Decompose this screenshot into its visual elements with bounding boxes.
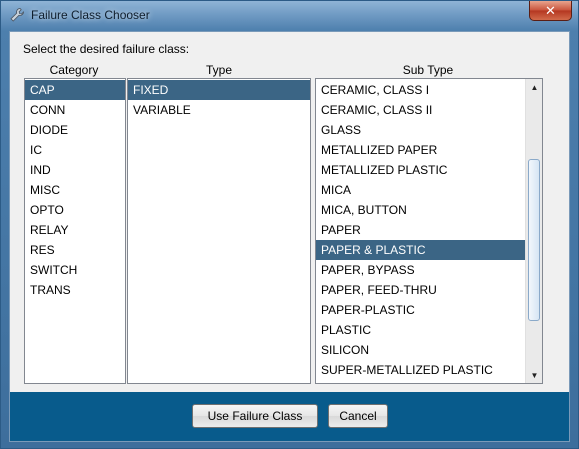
button-bar: Use Failure Class Cancel bbox=[10, 392, 569, 441]
category-item[interactable]: CONN bbox=[25, 100, 125, 120]
type-item[interactable]: FIXED bbox=[128, 80, 310, 100]
scroll-down-button[interactable]: ▼ bbox=[527, 367, 542, 383]
subtype-item[interactable]: PAPER & PLASTIC bbox=[316, 240, 525, 260]
subtype-item[interactable]: GLASS bbox=[316, 120, 525, 140]
arrow-up-icon: ▲ bbox=[530, 82, 539, 92]
type-list[interactable]: FIXED VARIABLE bbox=[127, 78, 311, 384]
arrow-down-icon: ▼ bbox=[530, 370, 539, 380]
category-item[interactable]: CAP bbox=[25, 80, 125, 100]
dialog-body: Select the desired failure class: Catego… bbox=[9, 31, 570, 442]
subtype-item[interactable]: CERAMIC, CLASS II bbox=[316, 100, 525, 120]
category-item[interactable]: MISC bbox=[25, 180, 125, 200]
close-icon: ✕ bbox=[545, 2, 556, 18]
category-item[interactable]: IC bbox=[25, 140, 125, 160]
subtype-item[interactable]: CERAMIC, CLASS I bbox=[316, 80, 525, 100]
subtype-item[interactable]: SUPER-METALLIZED PLASTIC bbox=[316, 360, 525, 380]
subtype-scrollbar[interactable]: ▲ ▼ bbox=[525, 79, 542, 383]
category-header: Category bbox=[49, 63, 99, 77]
subtype-item[interactable]: MICA bbox=[316, 180, 525, 200]
close-button[interactable]: ✕ bbox=[529, 1, 572, 21]
title-bar[interactable]: Failure Class Chooser ✕ bbox=[1, 1, 578, 31]
scroll-up-button[interactable]: ▲ bbox=[527, 79, 542, 95]
window-title: Failure Class Chooser bbox=[31, 8, 150, 22]
category-item[interactable]: DIODE bbox=[25, 120, 125, 140]
subtype-item[interactable]: PLASTIC bbox=[316, 320, 525, 340]
category-item[interactable]: RES bbox=[25, 240, 125, 260]
subtype-item[interactable]: METALLIZED PAPER bbox=[316, 140, 525, 160]
category-item[interactable]: OPTO bbox=[25, 200, 125, 220]
subtype-item[interactable]: METALLIZED PLASTIC bbox=[316, 160, 525, 180]
category-list[interactable]: CAP CONN DIODE IC IND MISC OPTO RELAY RES SWITCH T… bbox=[24, 78, 126, 384]
category-item[interactable]: RELAY bbox=[25, 220, 125, 240]
subtype-header: Sub Type bbox=[402, 63, 454, 77]
prompt-label: Select the desired failure class: bbox=[23, 42, 190, 56]
subtype-item[interactable]: PAPER, FEED-THRU bbox=[316, 280, 525, 300]
subtype-item[interactable]: SILICON bbox=[316, 340, 525, 360]
scroll-thumb[interactable] bbox=[528, 159, 540, 321]
subtype-item[interactable]: MICA, BUTTON bbox=[316, 200, 525, 220]
subtype-item[interactable]: PAPER-PLASTIC bbox=[316, 300, 525, 320]
use-failure-class-button[interactable]: Use Failure Class bbox=[192, 404, 318, 428]
subtype-item[interactable]: PAPER, BYPASS bbox=[316, 260, 525, 280]
category-item[interactable]: IND bbox=[25, 160, 125, 180]
category-item[interactable]: SWITCH bbox=[25, 260, 125, 280]
subtype-item[interactable]: PAPER bbox=[316, 220, 525, 240]
type-header: Type bbox=[205, 63, 232, 77]
cancel-button[interactable]: Cancel bbox=[328, 404, 388, 428]
category-item[interactable]: TRANS bbox=[25, 280, 125, 300]
wrench-icon bbox=[10, 8, 24, 22]
dialog-window: Failure Class Chooser ✕ Select the desir… bbox=[0, 0, 579, 449]
type-item[interactable]: VARIABLE bbox=[128, 100, 310, 120]
subtype-list[interactable]: CERAMIC, CLASS I CERAMIC, CLASS II GLASS ME… bbox=[315, 78, 543, 384]
